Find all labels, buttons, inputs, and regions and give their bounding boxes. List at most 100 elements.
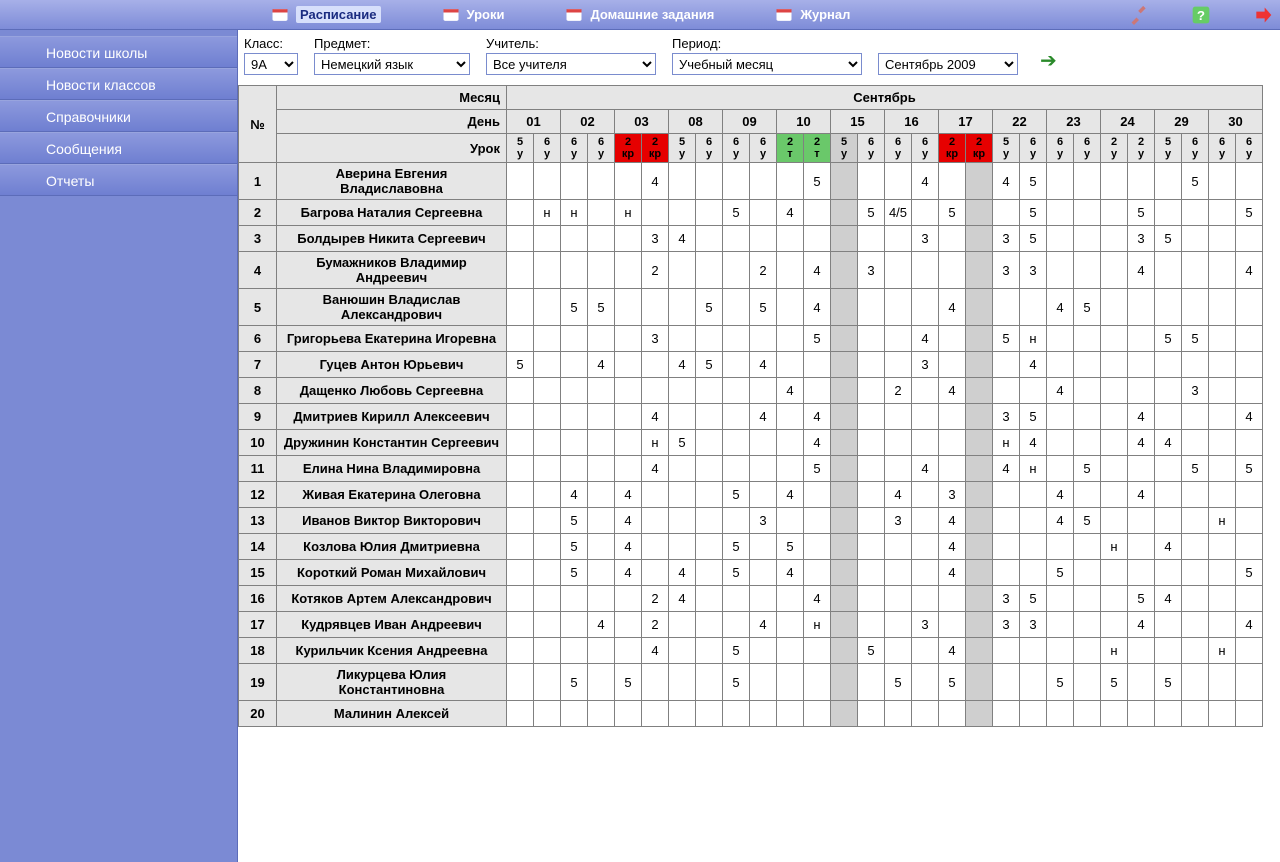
grade-cell[interactable] xyxy=(1047,586,1074,612)
grade-cell[interactable]: 5 xyxy=(669,430,696,456)
grade-cell[interactable] xyxy=(939,226,966,252)
grade-cell[interactable] xyxy=(696,226,723,252)
grade-cell[interactable] xyxy=(588,586,615,612)
grade-cell[interactable] xyxy=(966,252,993,289)
grade-cell[interactable] xyxy=(534,701,561,727)
grade-cell[interactable] xyxy=(804,226,831,252)
grade-cell[interactable] xyxy=(669,456,696,482)
grade-cell[interactable] xyxy=(993,701,1020,727)
grade-cell[interactable] xyxy=(1074,534,1101,560)
grade-cell[interactable] xyxy=(1182,482,1209,508)
help-icon[interactable]: ? xyxy=(1188,4,1214,26)
grade-cell[interactable] xyxy=(615,701,642,727)
grade-cell[interactable]: 5 xyxy=(804,326,831,352)
grade-cell[interactable] xyxy=(1155,289,1182,326)
grade-cell[interactable] xyxy=(993,289,1020,326)
grade-cell[interactable]: 4 xyxy=(1155,586,1182,612)
grade-cell[interactable]: 5 xyxy=(1047,664,1074,701)
tab-Журнал[interactable]: Журнал xyxy=(774,5,850,25)
grade-cell[interactable] xyxy=(1020,638,1047,664)
grade-cell[interactable]: 5 xyxy=(1020,163,1047,200)
grade-cell[interactable] xyxy=(615,163,642,200)
grade-cell[interactable] xyxy=(588,430,615,456)
grade-cell[interactable] xyxy=(1020,289,1047,326)
grade-cell[interactable] xyxy=(858,430,885,456)
grade-cell[interactable]: 5 xyxy=(1074,508,1101,534)
grade-cell[interactable] xyxy=(1209,612,1236,638)
grade-cell[interactable] xyxy=(615,326,642,352)
grade-cell[interactable] xyxy=(561,163,588,200)
grade-cell[interactable] xyxy=(831,352,858,378)
grade-cell[interactable] xyxy=(1047,456,1074,482)
grade-cell[interactable] xyxy=(993,482,1020,508)
grade-cell[interactable] xyxy=(1155,638,1182,664)
forward-icon[interactable] xyxy=(1250,4,1276,26)
grade-cell[interactable]: 4 xyxy=(750,404,777,430)
grade-cell[interactable] xyxy=(777,163,804,200)
grade-cell[interactable]: 4 xyxy=(777,560,804,586)
grade-cell[interactable]: 3 xyxy=(1182,378,1209,404)
grade-cell[interactable] xyxy=(1236,508,1263,534)
grade-cell[interactable] xyxy=(1128,289,1155,326)
grade-cell[interactable] xyxy=(777,508,804,534)
grade-cell[interactable] xyxy=(1047,352,1074,378)
grade-cell[interactable]: 5 xyxy=(723,200,750,226)
grade-cell[interactable]: 5 xyxy=(1182,163,1209,200)
grade-cell[interactable] xyxy=(1236,352,1263,378)
grade-cell[interactable] xyxy=(615,456,642,482)
grade-cell[interactable]: 4 xyxy=(1128,482,1155,508)
grade-cell[interactable] xyxy=(1209,200,1236,226)
grade-cell[interactable] xyxy=(966,378,993,404)
grade-cell[interactable]: 2 xyxy=(750,252,777,289)
grade-cell[interactable] xyxy=(777,430,804,456)
grade-cell[interactable] xyxy=(1101,586,1128,612)
grade-cell[interactable] xyxy=(1209,352,1236,378)
grade-cell[interactable] xyxy=(1101,482,1128,508)
grade-cell[interactable] xyxy=(966,404,993,430)
grade-cell[interactable]: 3 xyxy=(939,482,966,508)
grade-cell[interactable]: 5 xyxy=(723,560,750,586)
grade-cell[interactable] xyxy=(1020,534,1047,560)
grade-cell[interactable]: 4 xyxy=(615,560,642,586)
grade-cell[interactable] xyxy=(669,404,696,430)
grade-cell[interactable] xyxy=(1236,226,1263,252)
grade-cell[interactable] xyxy=(696,430,723,456)
grade-cell[interactable]: 4 xyxy=(912,326,939,352)
grade-cell[interactable]: 5 xyxy=(1074,289,1101,326)
grade-cell[interactable]: 5 xyxy=(939,200,966,226)
grade-cell[interactable] xyxy=(1209,664,1236,701)
grade-cell[interactable] xyxy=(993,664,1020,701)
grade-cell[interactable]: 2 xyxy=(642,252,669,289)
grade-cell[interactable]: 4 xyxy=(1128,612,1155,638)
grade-cell[interactable] xyxy=(507,252,534,289)
grade-cell[interactable]: 4 xyxy=(588,612,615,638)
grade-cell[interactable] xyxy=(534,560,561,586)
grade-cell[interactable]: 4 xyxy=(1155,534,1182,560)
grade-cell[interactable] xyxy=(966,638,993,664)
grade-cell[interactable] xyxy=(1047,200,1074,226)
grade-cell[interactable] xyxy=(966,200,993,226)
grade-cell[interactable]: н xyxy=(1209,638,1236,664)
grade-cell[interactable]: 5 xyxy=(939,664,966,701)
grade-cell[interactable] xyxy=(912,638,939,664)
grade-cell[interactable] xyxy=(804,664,831,701)
grade-cell[interactable] xyxy=(885,534,912,560)
grade-cell[interactable] xyxy=(966,701,993,727)
grade-cell[interactable]: 4 xyxy=(1047,508,1074,534)
grade-cell[interactable] xyxy=(696,163,723,200)
grade-cell[interactable]: 5 xyxy=(1155,326,1182,352)
grade-cell[interactable] xyxy=(1236,534,1263,560)
grade-cell[interactable] xyxy=(966,326,993,352)
grade-cell[interactable] xyxy=(1209,586,1236,612)
grade-cell[interactable] xyxy=(966,430,993,456)
grade-cell[interactable] xyxy=(750,378,777,404)
grade-cell[interactable] xyxy=(966,508,993,534)
grade-cell[interactable] xyxy=(534,378,561,404)
grade-cell[interactable] xyxy=(1047,612,1074,638)
grade-cell[interactable] xyxy=(1101,200,1128,226)
grade-cell[interactable]: 5 xyxy=(1074,456,1101,482)
grade-cell[interactable] xyxy=(750,638,777,664)
grade-cell[interactable] xyxy=(561,404,588,430)
grade-cell[interactable] xyxy=(534,456,561,482)
grade-cell[interactable] xyxy=(993,508,1020,534)
